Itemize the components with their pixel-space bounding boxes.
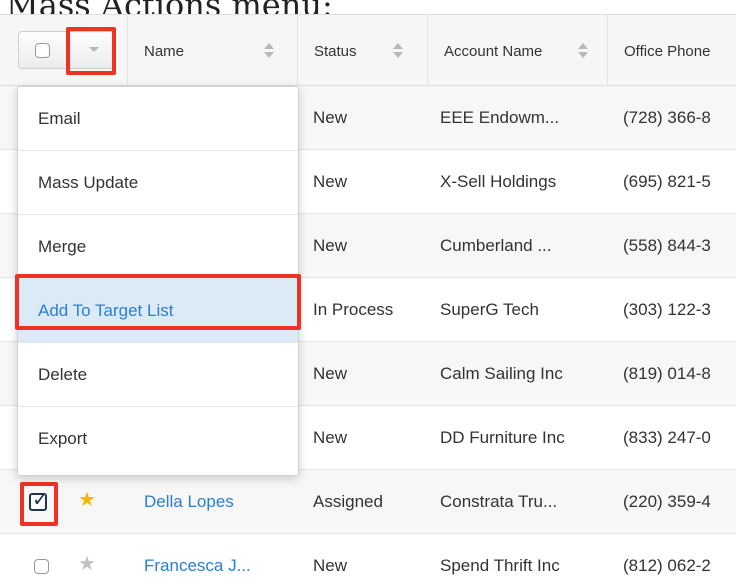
menu-item-mass-update[interactable]: Mass Update (18, 151, 298, 215)
column-label-account-name: Account Name (444, 42, 543, 60)
account-name-cell[interactable]: Spend Thrift Inc (440, 534, 600, 588)
column-label-office-phone: Office Phone (624, 42, 711, 60)
office-phone-cell: (812) 062-2 (623, 556, 711, 575)
office-phone-cell: (558) 844-3 (623, 236, 711, 255)
menu-item-export[interactable]: Export (18, 407, 298, 471)
list-view: Name Status Account Name Office Phone Ne… (0, 14, 736, 588)
status-cell: New (313, 236, 348, 255)
account-name-cell[interactable]: Calm Sailing Inc (440, 342, 600, 406)
office-phone-cell: (220) 359-4 (623, 492, 711, 511)
favorite-star-icon[interactable]: ★ (78, 490, 96, 510)
table-header: Name Status Account Name Office Phone (0, 14, 736, 87)
account-name-cell[interactable]: SuperG Tech (440, 278, 600, 342)
menu-item-highlight (15, 274, 301, 330)
status-cell: New (313, 172, 348, 191)
menu-item-delete[interactable]: Delete (18, 343, 298, 407)
row-checkbox-highlight (20, 482, 58, 526)
status-cell: New (313, 428, 348, 447)
mass-actions-highlight (66, 27, 116, 75)
select-all-checkbox[interactable] (35, 43, 50, 58)
office-phone-cell: (303) 122-3 (623, 300, 711, 319)
office-phone-cell: (819) 014-8 (623, 364, 711, 383)
table-row[interactable]: ✓ ★ Della Lopes Assigned Constrata Tru..… (0, 470, 736, 534)
name-link[interactable]: Della Lopes (144, 470, 294, 534)
column-header-office-phone[interactable]: Office Phone (607, 15, 736, 87)
column-header-account-name[interactable]: Account Name (427, 15, 607, 87)
table-row[interactable]: ★ Francesca J... New Spend Thrift Inc (8… (0, 534, 736, 588)
office-phone-cell: (728) 366-8 (623, 108, 711, 127)
account-name-cell[interactable]: Constrata Tru... (440, 470, 600, 534)
status-cell: Assigned (313, 492, 383, 511)
status-cell: In Process (313, 300, 394, 319)
sort-icon[interactable] (393, 43, 403, 59)
sort-icon[interactable] (578, 43, 588, 59)
menu-item-email[interactable]: Email (18, 87, 298, 151)
favorite-star-icon[interactable]: ★ (78, 554, 96, 574)
status-cell: New (313, 108, 348, 127)
name-link[interactable]: Francesca J... (144, 534, 294, 588)
office-phone-cell: (695) 821-5 (623, 172, 711, 191)
column-label-status: Status (314, 42, 357, 60)
office-phone-cell: (833) 247-0 (623, 428, 711, 447)
sort-icon[interactable] (264, 43, 274, 59)
column-header-status[interactable]: Status (297, 15, 427, 87)
row-checkbox[interactable] (34, 559, 49, 574)
status-cell: New (313, 556, 348, 575)
account-name-cell[interactable]: X-Sell Holdings (440, 150, 600, 214)
account-name-cell[interactable]: EEE Endowm... (440, 86, 600, 150)
menu-item-merge[interactable]: Merge (18, 215, 298, 279)
account-name-cell[interactable]: Cumberland ... (440, 214, 600, 278)
account-name-cell[interactable]: DD Furniture Inc (440, 406, 600, 470)
status-cell: New (313, 364, 348, 383)
column-label-name: Name (144, 42, 185, 60)
column-header-name[interactable]: Name (127, 15, 297, 87)
